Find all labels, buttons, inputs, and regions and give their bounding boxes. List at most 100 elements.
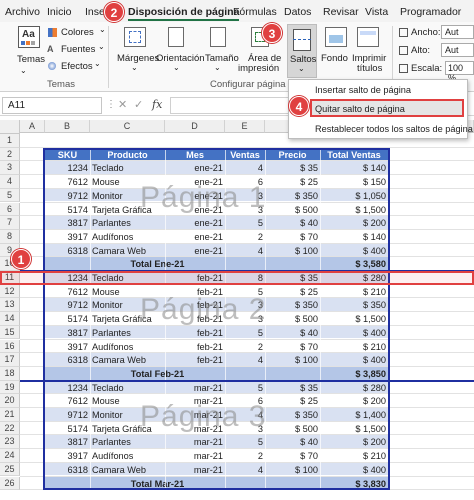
imprimir-titulos-icon[interactable] xyxy=(357,27,379,47)
row-header-19[interactable]: 19 xyxy=(0,380,20,395)
row-header-15[interactable]: 15 xyxy=(0,325,20,340)
insertar-salto-item[interactable]: Insertar salto de página xyxy=(289,82,467,99)
colores-button[interactable]: Colores xyxy=(61,27,94,38)
confirm-icon[interactable]: ✓ xyxy=(134,98,143,111)
column-header-d[interactable]: D xyxy=(165,120,225,133)
row-header-26[interactable]: 26 xyxy=(0,476,20,491)
row-header-4[interactable]: 4 xyxy=(0,175,20,189)
page-watermark-1: Página 1 xyxy=(140,180,267,214)
row-header-17[interactable]: 17 xyxy=(0,353,20,367)
menu-vista[interactable]: Vista xyxy=(365,6,388,18)
chevron-down-icon: ⌄ xyxy=(20,66,27,75)
row-header-2[interactable]: 2 xyxy=(0,147,20,162)
escala-input[interactable]: 100 % xyxy=(445,61,474,83)
menu-formulas[interactable]: Fórmulas xyxy=(233,6,277,18)
margenes-icon[interactable] xyxy=(124,27,146,47)
row-header-24[interactable]: 24 xyxy=(0,449,20,463)
column-header-a[interactable]: A xyxy=(20,120,45,133)
ancho-label: Ancho: xyxy=(411,27,441,38)
colores-icon xyxy=(48,28,57,37)
name-box[interactable]: A11 xyxy=(2,97,102,114)
menu-programador[interactable]: Programador xyxy=(400,6,461,18)
row-header-16[interactable]: 16 xyxy=(0,339,20,354)
saltos-button[interactable]: Saltos ⌄ xyxy=(287,24,317,78)
row-header-12[interactable]: 12 xyxy=(0,284,20,299)
restablecer-saltos-item[interactable]: Restablecer todos los saltos de página xyxy=(289,121,473,138)
tamano-button[interactable]: Tamaño xyxy=(205,53,239,64)
menu-archivo[interactable]: Archivo xyxy=(5,6,40,18)
menu-disposicion-pagina[interactable]: Disposición de página xyxy=(128,6,240,21)
quitar-salto-item[interactable]: Quitar salto de página xyxy=(289,101,467,118)
menu-bar: Archivo Inicio Inse Disposición de págin… xyxy=(0,0,474,22)
function-icon[interactable]: fx xyxy=(152,98,162,111)
page-watermark-3: Página 3 xyxy=(140,399,267,433)
row-header-25[interactable]: 25 xyxy=(0,462,20,477)
select-all-corner[interactable] xyxy=(0,120,20,134)
margenes-button[interactable]: Márgenes xyxy=(117,53,159,64)
menu-inicio[interactable]: Inicio xyxy=(47,6,72,18)
row-header-20[interactable]: 20 xyxy=(0,394,20,408)
formula-input[interactable] xyxy=(170,97,290,114)
chevron-down-icon: ⌄ xyxy=(98,42,105,51)
row-header-6[interactable]: 6 xyxy=(0,202,20,217)
chevron-down-icon: ⌄ xyxy=(131,63,138,72)
cancel-icon[interactable]: ✕ xyxy=(118,98,127,111)
fuentes-icon: A xyxy=(47,44,54,54)
saltos-dropdown: Insertar salto de página Quitar salto de… xyxy=(288,79,473,139)
ancho-select[interactable]: Aut xyxy=(441,25,474,39)
chevron-down-icon: ⌄ xyxy=(94,59,101,68)
more-icon: ⋮ xyxy=(106,99,116,110)
row-header-14[interactable]: 14 xyxy=(0,312,20,326)
configurar-pagina-group-label: Configurar página xyxy=(210,79,286,90)
fuentes-button[interactable]: Fuentes xyxy=(61,44,95,55)
ancho-icon xyxy=(399,28,408,37)
spreadsheet-grid[interactable]: ABCDEFG12SKUProductoMesVentasPrecioTotal… xyxy=(0,120,474,500)
page-break-line xyxy=(20,379,474,382)
row-header-13[interactable]: 13 xyxy=(0,298,20,313)
row-header-5[interactable]: 5 xyxy=(0,188,20,203)
chevron-down-icon: ⌄ xyxy=(214,63,221,72)
column-header-c[interactable]: C xyxy=(90,120,165,133)
step-badge-4: 4 xyxy=(289,96,309,116)
step-badge-1: 1 xyxy=(11,249,31,269)
orientacion-button[interactable]: Orientación xyxy=(156,53,205,64)
menu-datos[interactable]: Datos xyxy=(284,6,311,18)
row-header-21[interactable]: 21 xyxy=(0,408,20,422)
menu-insertar[interactable]: Inse xyxy=(85,6,105,18)
page-break-icon xyxy=(293,29,311,51)
row-header-1[interactable]: 1 xyxy=(0,134,20,148)
chevron-down-icon: ⌄ xyxy=(99,25,106,34)
alto-label: Alto: xyxy=(411,45,431,56)
chevron-down-icon: ⌄ xyxy=(173,63,180,72)
row-header-8[interactable]: 8 xyxy=(0,229,20,244)
chevron-down-icon: ⌄ xyxy=(298,64,305,73)
row-header-23[interactable]: 23 xyxy=(0,435,20,450)
fondo-button[interactable]: Fondo xyxy=(321,53,348,64)
temas-button[interactable]: Temas xyxy=(17,54,45,65)
row-header-3[interactable]: 3 xyxy=(0,161,20,176)
column-header-e[interactable]: E xyxy=(225,120,265,133)
escala-icon xyxy=(399,64,408,73)
alto-icon xyxy=(399,46,408,55)
orientacion-icon[interactable] xyxy=(168,27,184,47)
column-header-b[interactable]: B xyxy=(45,120,90,133)
escala-label: Escala: xyxy=(411,63,443,74)
row-header-18[interactable]: 18 xyxy=(0,366,20,381)
step-badge-2: 2 xyxy=(104,2,124,22)
temas-group-label: Temas xyxy=(47,79,75,90)
imprimir-titulos-label-2[interactable]: títulos xyxy=(357,63,382,74)
menu-revisar[interactable]: Revisar xyxy=(323,6,359,18)
step-badge-3: 3 xyxy=(262,23,282,43)
page-watermark-2: Página 2 xyxy=(140,292,267,326)
fondo-icon[interactable] xyxy=(325,27,347,47)
row-header-7[interactable]: 7 xyxy=(0,216,20,230)
alto-select[interactable]: Aut xyxy=(441,43,474,57)
tamano-icon[interactable] xyxy=(210,27,226,47)
selected-row-highlight xyxy=(0,271,474,285)
ribbon-separator xyxy=(108,26,109,88)
area-impresion-label-2[interactable]: impresión xyxy=(238,63,279,74)
efectos-icon xyxy=(48,62,56,70)
row-header-22[interactable]: 22 xyxy=(0,421,20,436)
efectos-button[interactable]: Efectos xyxy=(61,61,93,72)
temas-icon[interactable]: Aa xyxy=(18,26,40,48)
